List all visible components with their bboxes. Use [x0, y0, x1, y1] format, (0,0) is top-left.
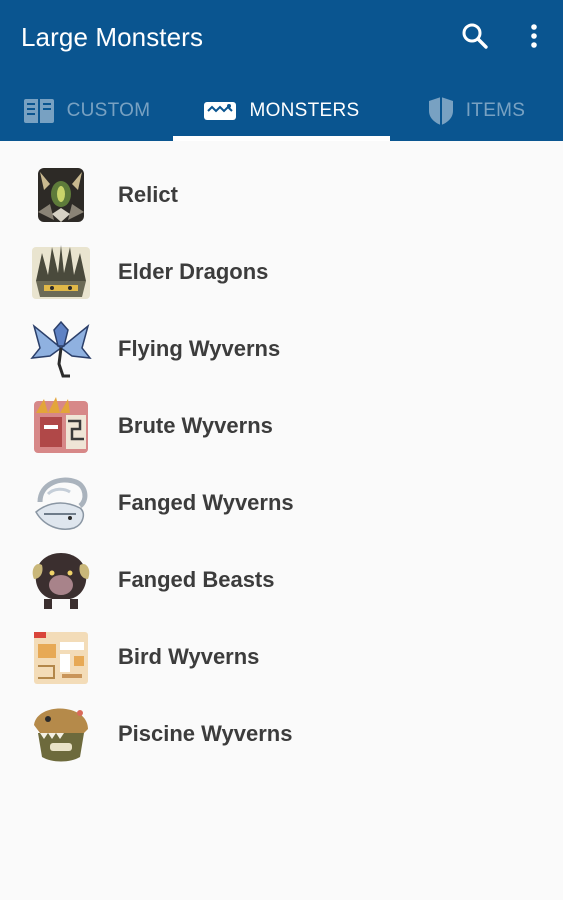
list-item-label: Relict — [118, 181, 178, 207]
tab-items[interactable]: ITEMS — [390, 80, 563, 141]
brute-wyvern-icon — [34, 396, 88, 453]
tab-custom-label: CUSTOM — [66, 99, 151, 121]
list-item-label: Flying Wyverns — [118, 335, 281, 361]
list-item-label: Fanged Wyverns — [118, 489, 294, 515]
piscine-wyvern-icon — [34, 708, 88, 761]
tab-indicator — [173, 136, 390, 141]
tab-custom[interactable]: CUSTOM — [0, 80, 173, 141]
tab-monsters-label: MONSTERS — [249, 99, 360, 121]
bird-wyvern-icon — [34, 631, 88, 684]
list-item-fanged-wyverns[interactable]: Fanged Wyverns — [0, 464, 563, 541]
page-title: Large Monsters — [21, 22, 204, 52]
list-item-label: Bird Wyverns — [118, 643, 260, 669]
elder-dragon-icon — [32, 244, 90, 299]
list-item-bird-wyverns[interactable]: Bird Wyverns — [0, 618, 563, 695]
book-icon — [23, 98, 54, 123]
search-icon — [462, 23, 488, 49]
list-item-elder-dragons[interactable]: Elder Dragons — [0, 233, 563, 310]
list-item-brute-wyverns[interactable]: Brute Wyverns — [0, 387, 563, 464]
shield-icon — [428, 96, 453, 125]
monster-jaw-icon — [204, 101, 237, 120]
relict-icon — [38, 167, 84, 222]
list-item-label: Piscine Wyverns — [118, 720, 293, 746]
app-bar: Large Monsters CUSTOM MONSTERS ITEMS — [0, 0, 563, 141]
fanged-wyvern-icon — [35, 477, 88, 530]
tab-monsters[interactable]: MONSTERS — [173, 80, 390, 141]
list-item-flying-wyverns[interactable]: Flying Wyverns — [0, 310, 563, 387]
list-item-fanged-beasts[interactable]: Fanged Beasts — [0, 541, 563, 618]
search-button[interactable] — [457, 18, 493, 54]
list-item-relict[interactable]: Relict — [0, 156, 563, 233]
more-vert-icon — [531, 24, 537, 48]
tab-bar: CUSTOM MONSTERS ITEMS — [0, 80, 563, 141]
fanged-beast-icon — [32, 552, 90, 609]
list-item-label: Fanged Beasts — [118, 566, 275, 592]
flying-wyvern-icon — [30, 320, 92, 377]
tab-items-label: ITEMS — [465, 99, 526, 121]
list-item-piscine-wyverns[interactable]: Piscine Wyverns — [0, 695, 563, 772]
more-options-button[interactable] — [516, 18, 552, 54]
list-item-label: Brute Wyverns — [118, 412, 273, 438]
list-item-label: Elder Dragons — [118, 258, 269, 284]
